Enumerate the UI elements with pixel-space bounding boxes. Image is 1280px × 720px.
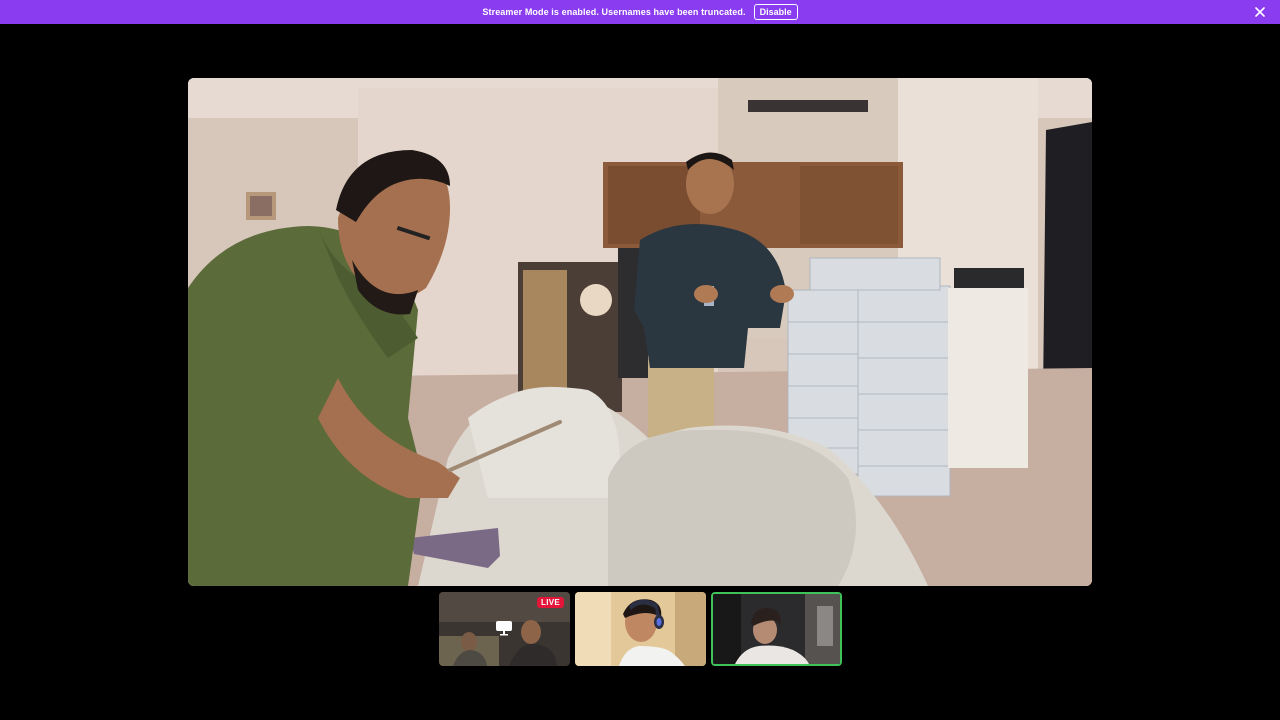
participant-tiles: LIVE (439, 592, 842, 666)
participant-2-video (575, 592, 706, 666)
close-icon[interactable] (1252, 4, 1268, 20)
main-video-frame (188, 78, 1092, 586)
streamer-mode-banner: Streamer Mode is enabled. Usernames have… (0, 0, 1280, 24)
streamer-mode-message: Streamer Mode is enabled. Usernames have… (482, 7, 746, 17)
participant-tile-2[interactable] (575, 592, 706, 666)
live-badge: LIVE (537, 597, 564, 608)
screen-share-icon (495, 620, 513, 636)
main-video-stage[interactable]: + (188, 78, 1092, 586)
disable-streamer-mode-button[interactable]: Disable (753, 4, 798, 20)
participant-tile-1[interactable]: LIVE (439, 592, 570, 666)
participant-tile-3[interactable] (711, 592, 842, 666)
participant-3-video (713, 594, 840, 664)
